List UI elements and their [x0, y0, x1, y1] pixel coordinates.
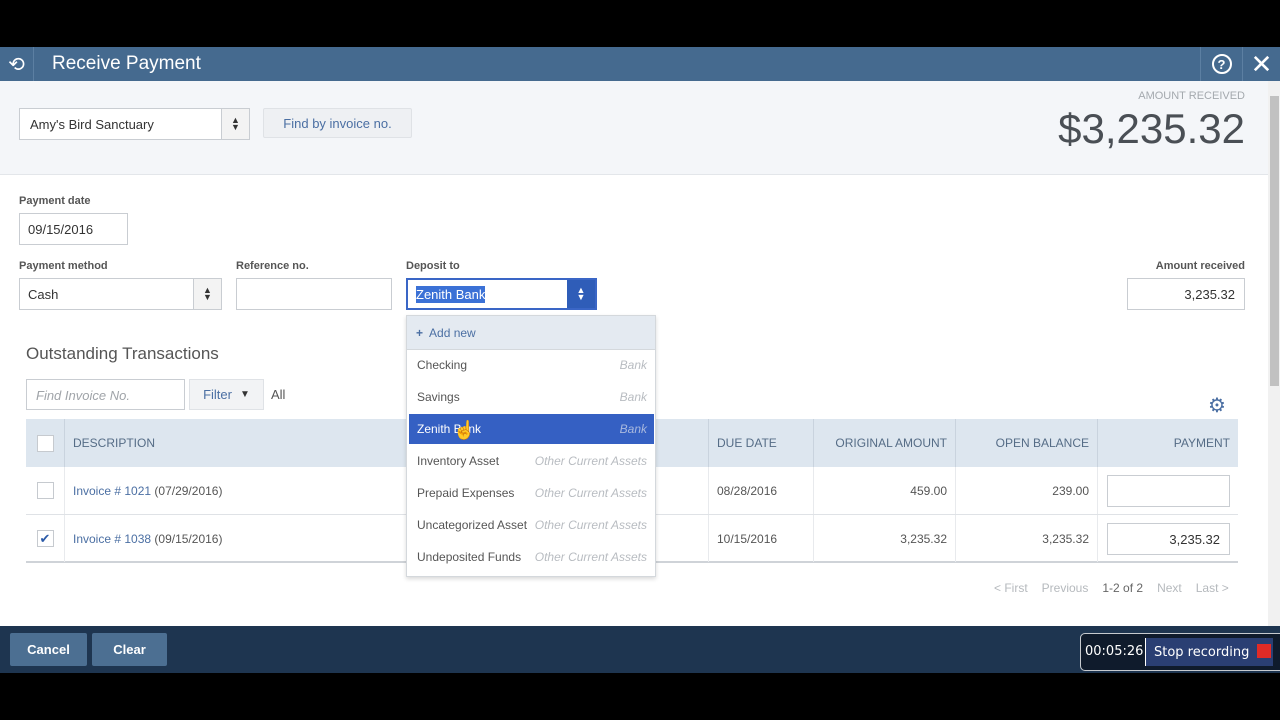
caret-down-icon: ▼ [239, 389, 250, 400]
find-invoice-placeholder: Find Invoice No. [36, 388, 130, 403]
pager-range: 1-2 of 2 [1102, 581, 1144, 595]
payment-input[interactable]: 3,235.32 [1107, 523, 1230, 555]
deposit-to-select[interactable]: Zenith Bank ▲ ▼ [406, 278, 597, 310]
footer-bar: Cancel Clear 00:05:26 Stop recording [0, 626, 1280, 673]
filter-value: All [271, 387, 286, 402]
filter-label: Filter [203, 387, 232, 402]
column-open-balance[interactable]: OPEN BALANCE [955, 419, 1097, 467]
clear-button[interactable]: Clear [92, 633, 167, 666]
close-button[interactable]: ✕ [1242, 47, 1280, 81]
payment-method-select[interactable]: Cash ▲ ▼ [19, 278, 222, 310]
payment-date-value: 09/15/2016 [28, 222, 94, 237]
header-band: Amy's Bird Sanctuary ▲ ▼ Find by invoice … [0, 81, 1268, 175]
dropdown-option-selected[interactable]: Zenith Bank Bank [409, 414, 654, 444]
receive-payment-window: ⟲ Receive Payment ? ✕ Amy's Bird Sanctua… [0, 47, 1280, 673]
outstanding-transactions-title: Outstanding Transactions [26, 344, 219, 363]
reference-label: Reference no. [236, 260, 309, 272]
select-all-checkbox[interactable] [36, 434, 54, 452]
history-icon[interactable]: ⟲ [0, 47, 34, 81]
window-title: Receive Payment [52, 53, 201, 74]
title-bar: ⟲ Receive Payment ? ✕ [0, 47, 1280, 81]
row-checkbox[interactable] [36, 482, 54, 499]
hand-cursor-icon: ☝ [453, 420, 476, 440]
close-icon: ✕ [1250, 48, 1273, 79]
due-date-cell: 10/15/2016 [708, 515, 813, 562]
stop-recording-label: Stop recording [1154, 644, 1250, 660]
cancel-button[interactable]: Cancel [10, 633, 87, 666]
open-balance-cell: 239.00 [955, 467, 1097, 514]
column-due-date[interactable]: DUE DATE [708, 419, 813, 467]
payment-date-label: Payment date [19, 195, 91, 207]
amount-received-label: AMOUNT RECEIVED [1138, 90, 1245, 102]
pager-last[interactable]: Last > [1196, 581, 1229, 595]
pager-next[interactable]: Next [1157, 581, 1182, 595]
dropdown-option[interactable]: Checking Bank [409, 350, 654, 380]
scrollbar-thumb[interactable] [1270, 96, 1279, 386]
find-by-invoice-button[interactable]: Find by invoice no. [263, 108, 412, 138]
select-arrows-icon[interactable]: ▲ ▼ [221, 109, 249, 139]
dropdown-option[interactable]: Savings Bank [409, 382, 654, 412]
invoice-date: (07/29/2016) [154, 483, 223, 498]
due-date-cell: 08/28/2016 [708, 467, 813, 514]
screen-recorder: 00:05:26 Stop recording [1080, 633, 1280, 671]
original-amount-cell: 3,235.32 [813, 515, 955, 562]
dropdown-option[interactable]: Prepaid Expenses Other Current Assets [409, 478, 654, 508]
open-balance-cell: 3,235.32 [955, 515, 1097, 562]
amount-received-total: $3,235.32 [1058, 105, 1245, 152]
row-checkbox-checked[interactable]: ✔ [36, 530, 54, 547]
invoice-link[interactable]: Invoice # 1038 [73, 532, 151, 546]
payment-input[interactable] [1107, 475, 1230, 507]
gear-icon[interactable]: ⚙ [1208, 393, 1226, 418]
select-arrows-icon[interactable]: ▲ ▼ [193, 279, 221, 309]
payment-method-label: Payment method [19, 260, 108, 272]
invoice-link[interactable]: Invoice # 1021 [73, 484, 151, 498]
stop-icon[interactable] [1257, 644, 1271, 658]
add-new-label: Add new [429, 325, 476, 340]
add-new-option[interactable]: + Add new [407, 316, 655, 350]
help-icon: ? [1211, 54, 1232, 74]
find-invoice-input[interactable]: Find Invoice No. [26, 379, 185, 410]
amount-received-field-label: Amount received [1155, 260, 1245, 272]
dropdown-option[interactable]: Undeposited Funds Other Current Assets [409, 542, 654, 572]
dropdown-option[interactable]: Inventory Asset Other Current Assets [409, 446, 654, 476]
pager-first[interactable]: < First [994, 581, 1028, 595]
dropdown-option[interactable]: Uncategorized Asset Other Current Assets [409, 510, 654, 540]
pagination: < First Previous 1-2 of 2 Next Last > [994, 581, 1229, 595]
amount-received-value: 3,235.32 [1184, 287, 1235, 302]
plus-icon: + [416, 325, 424, 340]
payment-date-input[interactable]: 09/15/2016 [19, 213, 128, 245]
customer-select[interactable]: Amy's Bird Sanctuary ▲ ▼ [19, 108, 250, 140]
deposit-to-dropdown: + Add new Checking Bank Savings Bank Zenit… [406, 315, 656, 577]
deposit-to-value: Zenith Bank [416, 286, 486, 303]
select-arrows-icon[interactable]: ▲ ▼ [567, 280, 595, 308]
stop-recording-button[interactable]: Stop recording [1145, 638, 1273, 666]
original-amount-cell: 459.00 [813, 467, 955, 514]
help-button[interactable]: ? [1200, 47, 1242, 81]
customer-value: Amy's Bird Sanctuary [30, 117, 154, 132]
page-scrollbar[interactable] [1268, 81, 1280, 627]
reference-input[interactable] [236, 278, 392, 310]
deposit-to-label: Deposit to [406, 260, 460, 272]
pager-previous[interactable]: Previous [1042, 581, 1089, 595]
filter-button[interactable]: Filter ▼ [189, 379, 264, 410]
amount-received-input[interactable]: 3,235.32 [1127, 278, 1245, 310]
column-original-amount[interactable]: ORIGINAL AMOUNT [813, 419, 955, 467]
invoice-date: (09/15/2016) [154, 531, 223, 546]
payment-method-value: Cash [28, 287, 59, 302]
column-payment[interactable]: PAYMENT [1097, 419, 1238, 467]
select-all-cell [26, 419, 64, 467]
recording-time: 00:05:26 [1085, 644, 1144, 659]
